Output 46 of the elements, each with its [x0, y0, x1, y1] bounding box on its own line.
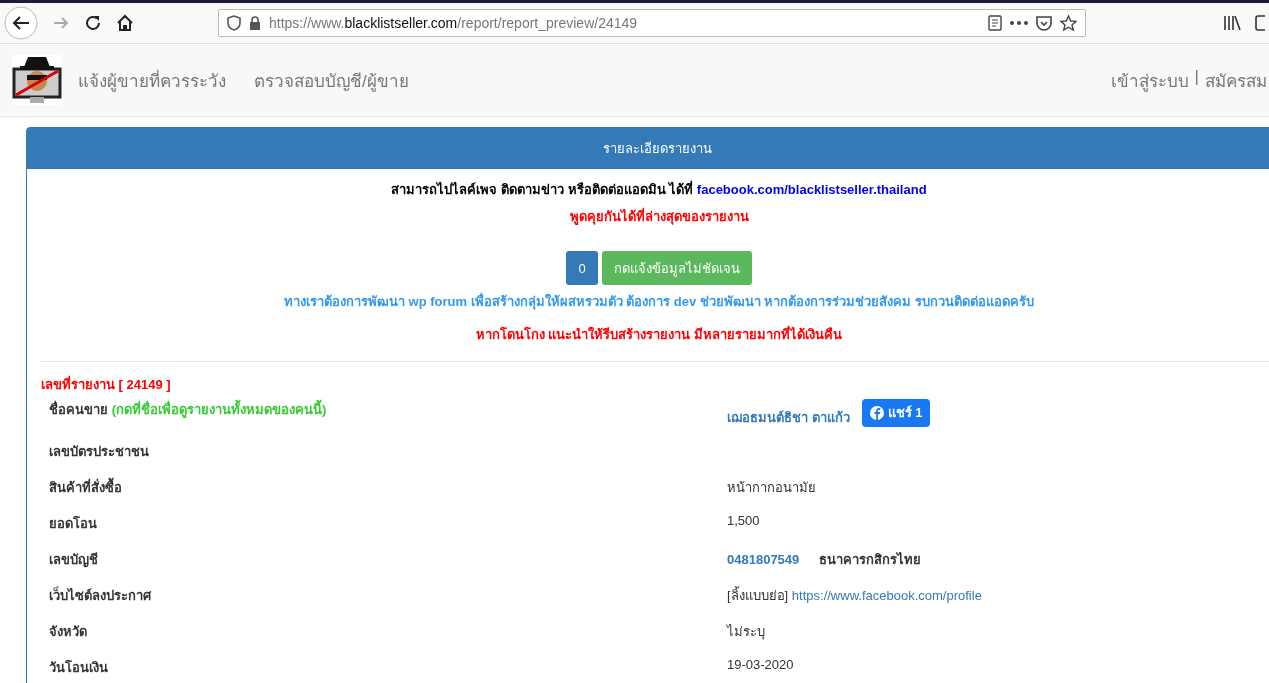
spy-logo[interactable]: [12, 55, 62, 105]
facebook-page-link[interactable]: facebook.com/blacklistseller.thailand: [696, 182, 927, 197]
field-value: 1,500: [727, 513, 760, 528]
field-label: จังหวัด: [49, 624, 87, 639]
back-button[interactable]: [4, 6, 38, 40]
report-number: เลขที่รายงาน [ 24149 ]: [41, 374, 172, 394]
sidebar-icon[interactable]: [1255, 15, 1265, 31]
panel-title: รายละเอียดรายงาน: [602, 141, 712, 156]
lock-icon: [249, 16, 261, 30]
field-label: ชื่อคนขาย: [49, 402, 108, 417]
facebook-icon: [869, 405, 884, 420]
field-label: เลขบัตรประชาชน: [49, 444, 149, 459]
register-link[interactable]: สมัครสม: [1205, 66, 1267, 94]
website-value: [ลิ้งแบบย่อ] https://www.facebook.com/profile: [727, 585, 982, 605]
star-icon[interactable]: [1060, 14, 1077, 32]
developer-notice: ทางเราต้องการพัฒนา wp forum เพื่อสร้างกลุ่มให้ผสหรวมตัว ต้องการ dev ช่วยพัฒนา หากต้องการร่วมช่วยสังคม รบกวนติดต่อแอดครับ: [282, 291, 1036, 312]
url-text: https://www.blacklistseller.com/report/report_preview/24149: [269, 15, 638, 31]
seller-name-link[interactable]: เฌอธมนต์ธิชา ตาแก้ว: [727, 407, 850, 428]
nav-link[interactable]: ตรวจสอบบัญชี/ผู้ขาย: [254, 66, 409, 94]
field-label: เว็บไซต์ลงประกาศ: [49, 588, 151, 603]
share-button[interactable]: แชร์ 1: [861, 398, 931, 427]
field-value: ไม่ระบุ: [727, 623, 765, 642]
unclear-count-button[interactable]: 0: [566, 251, 598, 285]
website-link[interactable]: https://www.facebook.com/profile: [791, 588, 982, 603]
pocket-icon[interactable]: [1036, 15, 1052, 31]
address-bar[interactable]: https://www.blacklistseller.com/report/report_preview/24149: [218, 9, 1086, 37]
field-label: ยอดโอน: [49, 516, 97, 531]
shield-icon: [227, 15, 241, 31]
bank-name: ธนาคารกสิกรไทย: [819, 551, 922, 569]
nav-link[interactable]: แจ้งผู้ขายที่ควรระวัง: [78, 66, 226, 94]
report-unclear-button[interactable]: กดแจ้งข้อมูลไม่ชัดเจน: [601, 251, 752, 285]
more-icon[interactable]: [1010, 21, 1028, 25]
advice-text: หากโดนโกง แนะนำให้รีบสร้างรายงาน มีหลายรายมากที่ได้เงินคืน: [474, 324, 844, 344]
reload-button[interactable]: [84, 14, 102, 32]
account-number: 0481807549: [727, 552, 800, 567]
reader-view-icon[interactable]: [988, 15, 1002, 31]
comment-hint: พูดคุยกันได้ที่ล่างสุดของรายงาน: [568, 206, 750, 227]
library-icon[interactable]: [1223, 15, 1241, 31]
field-value: 19-03-2020: [727, 657, 794, 672]
field-label: เลขบัญชี: [49, 552, 98, 567]
separator: |: [1194, 66, 1199, 88]
field-label: วันโอนเงิน: [49, 660, 108, 675]
field-value: หน้ากากอนามัย: [727, 479, 816, 497]
login-link[interactable]: เข้าสู่ระบบ: [1110, 66, 1189, 94]
contact-notice: สามารถไปไลค์เพจ ติดตามข่าว หรือติดต่อแอดมิน ได้ที่ facebook.com/blacklistseller.thailand: [390, 179, 928, 199]
home-button[interactable]: [116, 14, 134, 32]
